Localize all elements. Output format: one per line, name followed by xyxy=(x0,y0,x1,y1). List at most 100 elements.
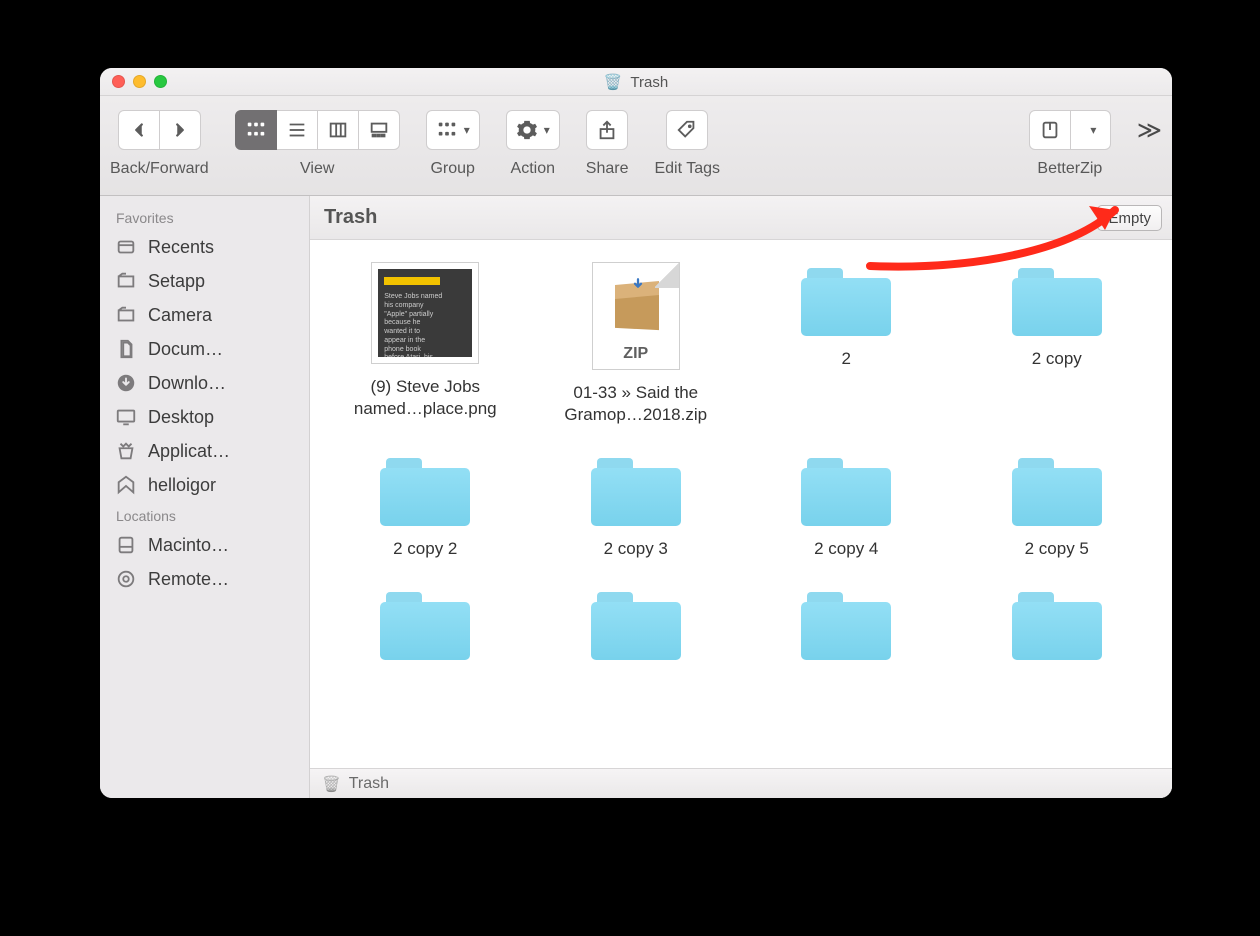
sidebar-item-icon xyxy=(114,473,138,497)
file-name: 2 copy 5 xyxy=(1025,538,1089,560)
folder-icon xyxy=(1012,592,1102,660)
sidebar-item[interactable]: helloigor xyxy=(100,468,309,502)
file-item[interactable]: 2 copy 2 xyxy=(330,452,520,560)
location-header: Trash Empty xyxy=(310,196,1172,240)
sidebar-item-label: Desktop xyxy=(148,407,214,428)
toolbar-overflow-button[interactable]: ≫ xyxy=(1137,110,1162,150)
toolbar: Back/Forward View ▾ Group ▾ Action xyxy=(100,96,1172,196)
toolbar-label-view: View xyxy=(300,160,334,178)
sidebar-item[interactable]: Remote… xyxy=(100,562,309,596)
window-zoom[interactable] xyxy=(154,75,167,88)
folder-icon xyxy=(1012,458,1102,526)
file-item[interactable]: 2 copy xyxy=(962,262,1152,426)
file-name: (9) Steve Jobs named…place.png xyxy=(354,376,497,420)
file-name: 2 copy 2 xyxy=(393,538,457,560)
sidebar-item-label: Camera xyxy=(148,305,212,326)
sidebar-item-icon xyxy=(114,371,138,395)
sidebar-item[interactable]: Camera xyxy=(100,298,309,332)
sidebar-item[interactable]: Setapp xyxy=(100,264,309,298)
toolbar-label-backforward: Back/Forward xyxy=(110,160,209,178)
titlebar: 🗑️ Trash xyxy=(100,68,1172,96)
betterzip-button[interactable] xyxy=(1029,110,1071,150)
toolbar-label-group: Group xyxy=(430,160,474,178)
sidebar-item-label: Docum… xyxy=(148,339,223,360)
file-name: 2 xyxy=(842,348,851,370)
sidebar-item-label: Setapp xyxy=(148,271,205,292)
toolbar-label-betterzip: BetterZip xyxy=(1037,160,1102,178)
sidebar-item[interactable]: Desktop xyxy=(100,400,309,434)
path-bar[interactable]: 🗑️ Trash xyxy=(310,768,1172,798)
main-content: Trash Empty Steve Jobs named his company… xyxy=(310,196,1172,798)
file-item[interactable] xyxy=(962,586,1152,672)
sidebar-section-header: Favorites xyxy=(100,204,309,230)
file-item[interactable] xyxy=(541,586,731,672)
view-gallery-button[interactable] xyxy=(359,110,400,150)
toolbar-label-action: Action xyxy=(511,160,555,178)
sidebar-item-icon xyxy=(114,439,138,463)
sidebar-item-label: Applicat… xyxy=(148,441,230,462)
sidebar-item[interactable]: Downlo… xyxy=(100,366,309,400)
sidebar-item-icon xyxy=(114,303,138,327)
action-button[interactable]: ▾ xyxy=(506,110,560,150)
image-thumbnail: Steve Jobs named his company "Apple" par… xyxy=(371,262,479,364)
window-close[interactable] xyxy=(112,75,125,88)
chevron-down-icon: ▾ xyxy=(464,123,470,137)
sidebar-item-icon xyxy=(114,235,138,259)
sidebar-section-header: Locations xyxy=(100,502,309,528)
folder-icon xyxy=(591,592,681,660)
view-column-button[interactable] xyxy=(318,110,359,150)
sidebar-item-icon xyxy=(114,269,138,293)
file-name: 2 copy 3 xyxy=(604,538,668,560)
view-list-button[interactable] xyxy=(277,110,318,150)
sidebar-item[interactable]: Docum… xyxy=(100,332,309,366)
chevron-down-icon: ▾ xyxy=(1090,123,1096,137)
file-item[interactable] xyxy=(330,586,520,672)
file-item[interactable]: 2 copy 4 xyxy=(751,452,941,560)
file-item[interactable]: ZIP 01-33 » Said the Gramop…2018.zip xyxy=(541,262,731,426)
view-icon-button[interactable] xyxy=(235,110,277,150)
folder-icon xyxy=(1012,268,1102,336)
sidebar-item-label: Macinto… xyxy=(148,535,229,556)
edit-tags-button[interactable] xyxy=(666,110,708,150)
sidebar-item[interactable]: Macinto… xyxy=(100,528,309,562)
file-item[interactable]: 2 copy 5 xyxy=(962,452,1152,560)
zip-thumbnail: ZIP xyxy=(592,262,680,370)
sidebar-item-icon xyxy=(114,405,138,429)
toolbar-label-tags: Edit Tags xyxy=(654,160,720,178)
sidebar: Favorites Recents Setapp Camera Docum… Downlo… xyxy=(100,196,310,798)
betterzip-menu[interactable]: ▾ xyxy=(1071,110,1111,150)
file-name: 01-33 » Said the Gramop…2018.zip xyxy=(564,382,707,426)
share-button[interactable] xyxy=(586,110,628,150)
sidebar-item-icon xyxy=(114,533,138,557)
trash-icon: 🗑️ xyxy=(604,74,623,91)
file-grid[interactable]: Steve Jobs named his company "Apple" par… xyxy=(310,240,1172,768)
sidebar-item-label: Downlo… xyxy=(148,373,226,394)
folder-icon xyxy=(801,268,891,336)
folder-icon xyxy=(801,458,891,526)
file-name: 2 copy 4 xyxy=(814,538,878,560)
sidebar-item[interactable]: Recents xyxy=(100,230,309,264)
location-title: Trash xyxy=(324,206,377,229)
group-button[interactable]: ▾ xyxy=(426,110,480,150)
sidebar-item-label: helloigor xyxy=(148,475,216,496)
file-item[interactable]: 2 copy 3 xyxy=(541,452,731,560)
folder-icon xyxy=(801,592,891,660)
toolbar-label-share: Share xyxy=(586,160,629,178)
chevron-down-icon: ▾ xyxy=(544,123,550,137)
file-item[interactable]: 2 xyxy=(751,262,941,426)
sidebar-item-label: Recents xyxy=(148,237,214,258)
nav-back-button[interactable] xyxy=(118,110,160,150)
file-name: 2 copy xyxy=(1032,348,1082,370)
sidebar-item[interactable]: Applicat… xyxy=(100,434,309,468)
empty-trash-button[interactable]: Empty xyxy=(1097,205,1162,231)
sidebar-item-icon xyxy=(114,337,138,361)
nav-forward-button[interactable] xyxy=(160,110,201,150)
folder-icon xyxy=(380,458,470,526)
folder-icon xyxy=(591,458,681,526)
window-minimize[interactable] xyxy=(133,75,146,88)
sidebar-item-label: Remote… xyxy=(148,569,229,590)
file-item[interactable] xyxy=(751,586,941,672)
path-item: Trash xyxy=(349,775,389,793)
window-title: 🗑️ Trash xyxy=(100,73,1172,91)
file-item[interactable]: Steve Jobs named his company "Apple" par… xyxy=(330,262,520,426)
